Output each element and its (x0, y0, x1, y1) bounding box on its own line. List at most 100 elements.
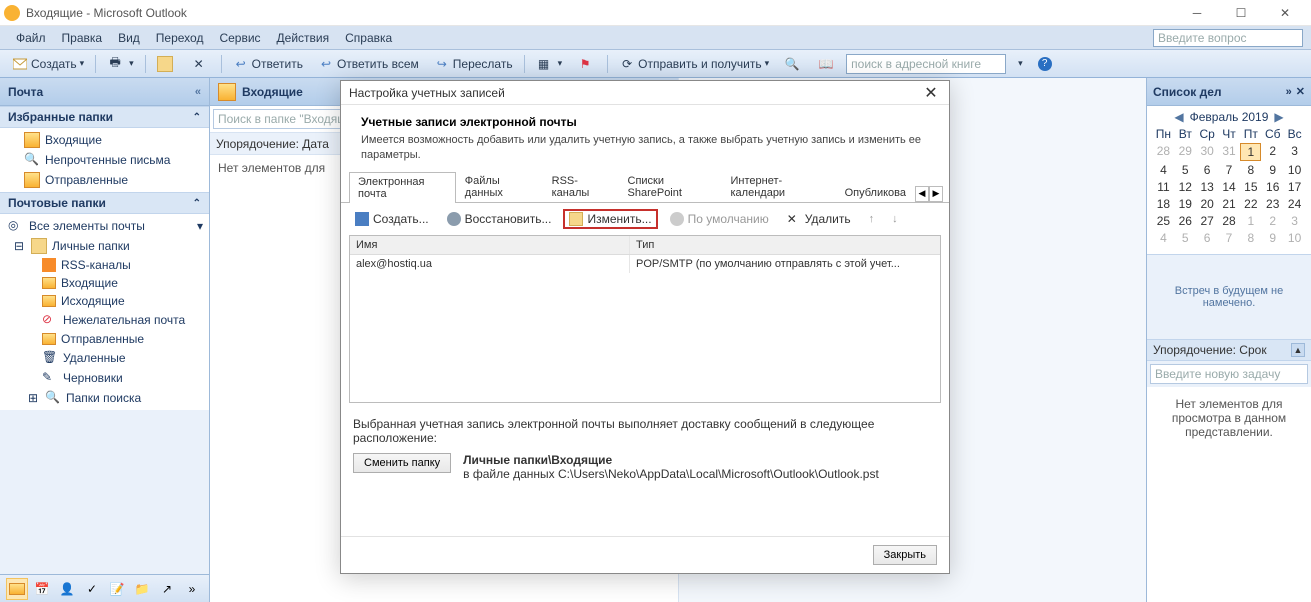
tab-data-files[interactable]: Файлы данных (456, 171, 543, 202)
cal-day[interactable]: 31 (1219, 143, 1240, 161)
cal-day[interactable]: 30 (1197, 143, 1218, 161)
cal-day[interactable]: 18 (1153, 196, 1174, 212)
tree-junk[interactable]: ⊘Нежелательная почта (0, 310, 209, 330)
tab-email[interactable]: Электронная почта (349, 172, 456, 203)
switch-notes-icon[interactable]: 📝 (106, 578, 128, 600)
address-search-dropdown[interactable]: ▾ (1009, 53, 1029, 75)
tree-search-folders[interactable]: ⊞🔍Папки поиска (0, 388, 209, 408)
menu-file[interactable]: Файл (8, 29, 54, 47)
tab-scroll-right-icon[interactable]: ▶ (929, 186, 943, 202)
cal-day[interactable]: 5 (1175, 230, 1196, 246)
reply-button[interactable]: ↩Ответить (227, 53, 309, 75)
cal-day[interactable]: 9 (1262, 230, 1283, 246)
fav-sent[interactable]: Отправленные (0, 170, 209, 190)
cal-day[interactable]: 15 (1240, 179, 1261, 195)
cal-day[interactable]: 1 (1240, 213, 1261, 229)
move-button[interactable] (151, 53, 182, 75)
personal-folders-root[interactable]: ⊟Личные папки (0, 236, 209, 256)
tab-internet-cal[interactable]: Интернет-календари (722, 171, 836, 202)
table-row[interactable]: alex@hostiq.ua POP/SMTP (по умолчанию от… (350, 255, 940, 273)
account-edit-button[interactable]: Изменить... (563, 209, 657, 229)
reply-all-button[interactable]: ↩Ответить всем (312, 53, 425, 75)
cal-day[interactable]: 28 (1153, 143, 1174, 161)
cal-day[interactable]: 26 (1175, 213, 1196, 229)
cal-day[interactable]: 14 (1219, 179, 1240, 195)
account-move-down-icon[interactable]: ↓ (886, 210, 904, 228)
switch-config-icon[interactable]: » (181, 578, 203, 600)
fav-inbox[interactable]: Входящие (0, 130, 209, 150)
find-contact-button[interactable]: 🔍 (778, 53, 809, 75)
menu-actions[interactable]: Действия (269, 29, 338, 47)
print-button[interactable]: 🖶▾ (101, 53, 140, 75)
cal-day[interactable]: 22 (1240, 196, 1261, 212)
cal-day[interactable]: 3 (1284, 213, 1305, 229)
cal-day[interactable]: 20 (1197, 196, 1218, 212)
cal-day[interactable]: 2 (1262, 213, 1283, 229)
cal-day[interactable]: 7 (1219, 162, 1240, 178)
cal-day[interactable]: 23 (1262, 196, 1283, 212)
tab-scroll-left-icon[interactable]: ◀ (915, 186, 929, 202)
maximize-button[interactable]: ☐ (1219, 0, 1263, 26)
help-question-input[interactable]: Введите вопрос (1153, 29, 1303, 47)
cal-day[interactable]: 4 (1153, 162, 1174, 178)
send-receive-button[interactable]: ⟳Отправить и получить▾ (613, 53, 775, 75)
cal-day[interactable]: 17 (1284, 179, 1305, 195)
categorize-button[interactable]: ▦▾ (530, 53, 569, 75)
new-task-input[interactable]: Введите новую задачу (1150, 364, 1308, 384)
flag-button[interactable]: ⚑ (571, 53, 602, 75)
switch-contacts-icon[interactable]: 👤 (56, 578, 78, 600)
tree-deleted[interactable]: 🗑Удаленные (0, 348, 209, 368)
menu-edit[interactable]: Правка (54, 29, 111, 47)
cal-day[interactable]: 3 (1284, 143, 1305, 161)
tab-rss[interactable]: RSS-каналы (543, 171, 619, 202)
cal-day[interactable]: 16 (1262, 179, 1283, 195)
collapse-nav-icon[interactable]: « (195, 86, 201, 98)
address-book-button[interactable]: 📖 (812, 53, 843, 75)
cal-day[interactable]: 25 (1153, 213, 1174, 229)
delete-button[interactable]: ✕ (185, 53, 216, 75)
change-folder-button[interactable]: Сменить папку (353, 453, 451, 473)
cal-day[interactable]: 24 (1284, 196, 1305, 212)
menu-help[interactable]: Справка (337, 29, 400, 47)
prev-month-icon[interactable]: ◀ (1174, 110, 1183, 124)
tree-rss[interactable]: RSS-каналы (0, 256, 209, 274)
col-name-header[interactable]: Имя (350, 236, 630, 254)
close-button[interactable]: ✕ (1263, 0, 1307, 26)
cal-day[interactable]: 12 (1175, 179, 1196, 195)
fav-unread[interactable]: 🔍Непрочтенные письма (0, 150, 209, 170)
switch-calendar-icon[interactable]: 📅 (31, 578, 53, 600)
cal-day[interactable]: 21 (1219, 196, 1240, 212)
account-repair-button[interactable]: Восстановить... (441, 209, 558, 229)
switch-folders-icon[interactable]: 📁 (131, 578, 153, 600)
cal-day[interactable]: 13 (1197, 179, 1218, 195)
cal-day[interactable]: 6 (1197, 230, 1218, 246)
forward-button[interactable]: ↪Переслать (428, 53, 519, 75)
cal-day[interactable]: 19 (1175, 196, 1196, 212)
cal-day[interactable]: 28 (1219, 213, 1240, 229)
account-delete-button[interactable]: ✕Удалить (781, 209, 857, 229)
account-default-button[interactable]: По умолчанию (664, 209, 775, 229)
switch-shortcuts-icon[interactable]: ↗ (156, 578, 178, 600)
close-todo-icon[interactable]: ✕ (1296, 85, 1305, 98)
cal-day[interactable]: 8 (1240, 230, 1261, 246)
cal-day[interactable]: 2 (1262, 143, 1283, 161)
tree-inbox[interactable]: Входящие (0, 274, 209, 292)
menu-view[interactable]: Вид (110, 29, 148, 47)
cal-day[interactable]: 9 (1262, 162, 1283, 178)
menu-go[interactable]: Переход (148, 29, 212, 47)
next-month-icon[interactable]: ▶ (1274, 110, 1283, 124)
account-new-button[interactable]: Создать... (349, 209, 435, 229)
cal-day[interactable]: 7 (1219, 230, 1240, 246)
sort-arrow-icon[interactable]: ▲ (1291, 343, 1305, 357)
collapse-todo-icon[interactable]: » (1286, 86, 1292, 98)
switch-tasks-icon[interactable]: ✓ (81, 578, 103, 600)
cal-day[interactable]: 8 (1240, 162, 1261, 178)
help-icon[interactable]: ? (1032, 53, 1061, 75)
task-sort-header[interactable]: Упорядочение: Срок▲ (1147, 339, 1311, 361)
cal-day[interactable]: 27 (1197, 213, 1218, 229)
cal-day[interactable]: 6 (1197, 162, 1218, 178)
tab-published[interactable]: Опубликова (836, 183, 915, 202)
dialog-close-icon[interactable]: ✕ (921, 83, 941, 103)
cal-day[interactable]: 5 (1175, 162, 1196, 178)
tree-drafts[interactable]: ✎Черновики (0, 368, 209, 388)
